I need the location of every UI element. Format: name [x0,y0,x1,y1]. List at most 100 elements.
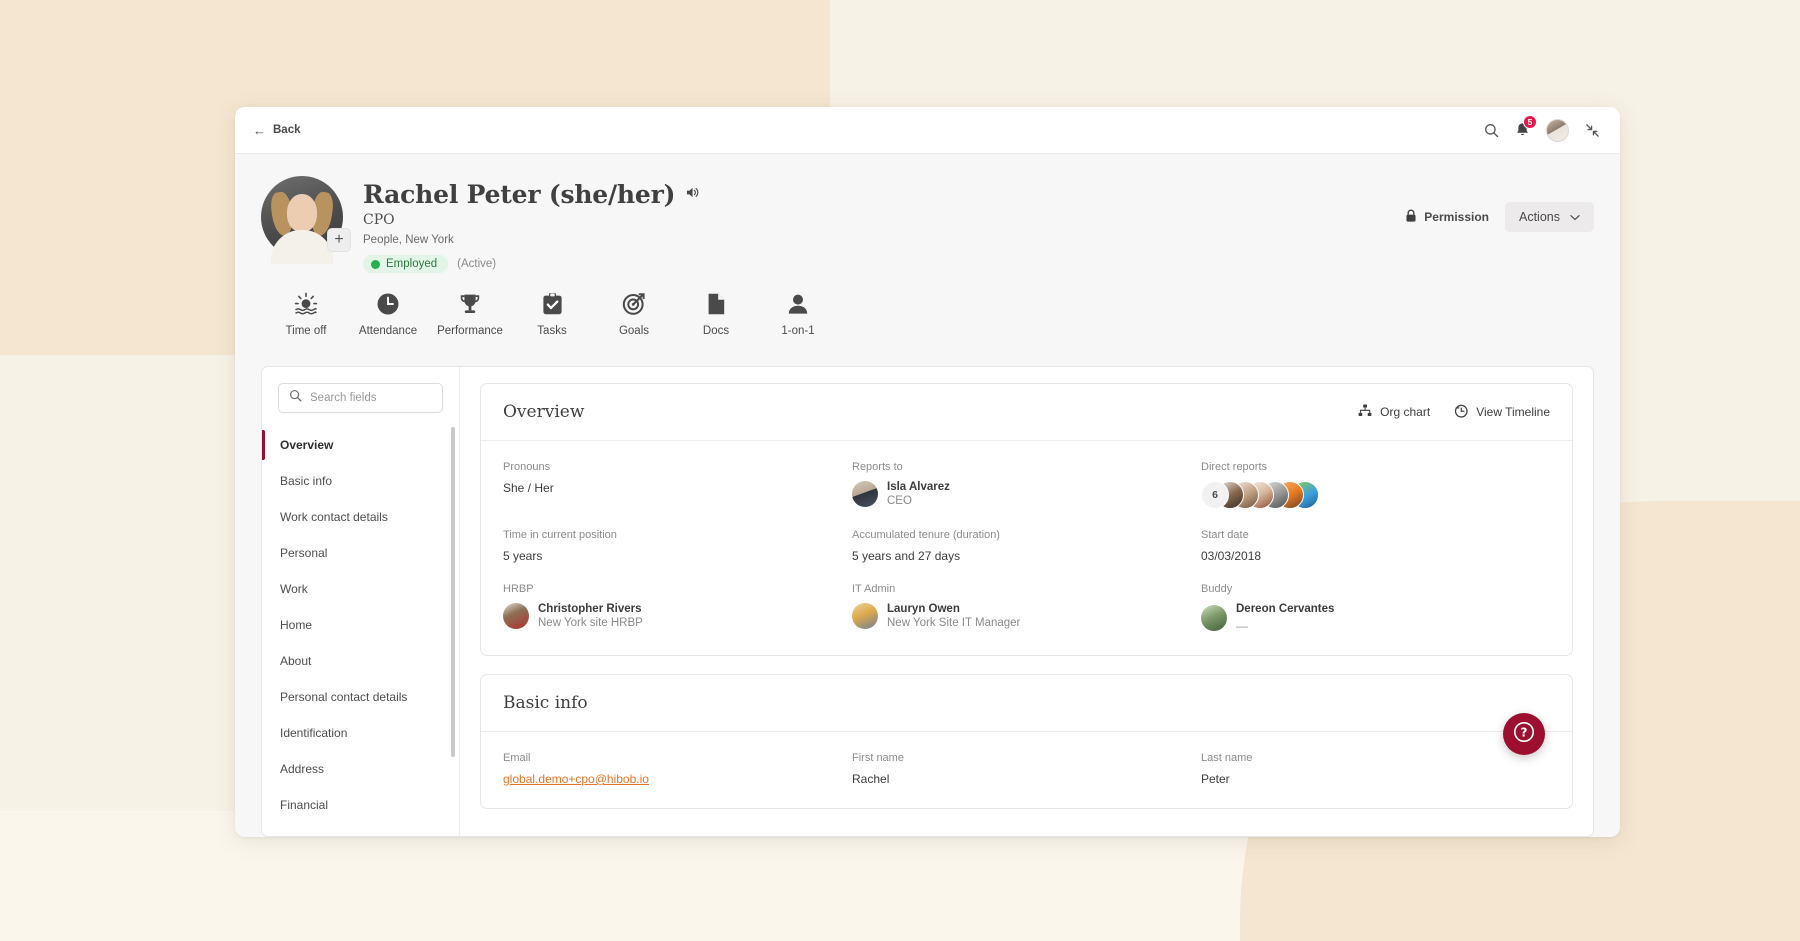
view-timeline-button[interactable]: View Timeline [1454,404,1550,421]
basic-info-card: Basic info Email global.demo+cpo@hibob.i… [480,674,1573,809]
tab-label: Goals [619,325,649,337]
clipboard-check-icon [541,292,564,316]
history-clock-icon [1454,404,1468,421]
speaker-icon[interactable] [686,186,700,204]
org-chart-icon [1358,404,1372,420]
basic-info-card-body: Email global.demo+cpo@hibob.io First nam… [481,732,1572,808]
profile-identity: Rachel Peter (she/her) CPO People, New Y… [363,176,700,273]
avatar [852,481,878,507]
tab-tasks[interactable]: Tasks [511,292,593,337]
search-icon[interactable] [1484,123,1499,138]
search-input[interactable] [310,392,432,404]
tab-label: 1-on-1 [781,325,814,337]
tab-label: Performance [437,325,503,337]
field-label: HRBP [503,583,852,595]
basic-info-title: Basic info [503,693,588,713]
avatar [1201,605,1227,631]
field-value: She / Her [503,481,852,495]
module-tabs: Time off Attendance Performance Tasks [261,292,1594,337]
tab-goals[interactable]: Goals [593,292,675,337]
basic-info-card-header: Basic info [481,675,1572,732]
sidebar-item-work-contact-details[interactable]: Work contact details [262,499,459,535]
field-label: Start date [1201,529,1550,541]
direct-reports-count: 6 [1201,481,1229,509]
back-arrow-icon: ← [253,124,266,137]
field-value: Rachel [852,772,1201,786]
help-button[interactable]: ? [1503,713,1545,755]
person-chip[interactable]: Christopher Rivers New York site HRBP [503,603,852,629]
actions-button[interactable]: Actions [1505,202,1594,232]
person-name: Christopher Rivers [538,603,643,615]
collapse-arrows-icon[interactable] [1585,123,1600,138]
sidebar-item-work[interactable]: Work [262,571,459,607]
sidebar-item-label: Identification [280,726,347,740]
sidebar-item-home[interactable]: Home [262,607,459,643]
org-chart-label: Org chart [1380,405,1430,419]
sidebar-item-label: About [280,654,311,668]
person-role: New York site HRBP [538,617,643,629]
sidebar-item-financial[interactable]: Financial [262,787,459,823]
field-start-date: Start date 03/03/2018 [1201,529,1550,563]
sidebar-item-identification[interactable]: Identification [262,715,459,751]
person-role: New York Site IT Manager [887,617,1020,629]
profile-panel: Overview Basic info Work contact details… [261,366,1594,837]
person-chip[interactable]: Lauryn Owen New York Site IT Manager [852,603,1201,629]
view-timeline-label: View Timeline [1476,405,1550,419]
tab-1-on-1[interactable]: 1-on-1 [757,292,839,337]
field-value: 5 years [503,549,852,563]
sidebar-item-basic-info[interactable]: Basic info [262,463,459,499]
profile-photo-wrapper: + [261,176,343,258]
page-title: Rachel Peter (she/her) [363,180,675,209]
tab-label: Tasks [537,325,566,337]
tab-time-off[interactable]: Time off [265,292,347,337]
direct-reports-avatars[interactable]: 6 [1201,481,1550,509]
field-label: Reports to [852,461,1201,473]
field-hrbp: HRBP Christopher Rivers New York site HR… [503,583,852,633]
field-label: Direct reports [1201,461,1550,473]
search-fields-box[interactable] [278,383,443,413]
sidebar-item-label: Personal contact details [280,690,407,704]
sidebar-item-personal-contact-details[interactable]: Personal contact details [262,679,459,715]
field-label: IT Admin [852,583,1201,595]
sidebar-item-label: Overview [280,438,333,452]
actions-label: Actions [1519,210,1560,224]
field-buddy: Buddy Dereon Cervantes — [1201,583,1550,633]
sidebar-item-personal[interactable]: Personal [262,535,459,571]
notifications-bell-icon[interactable]: 5 [1515,122,1530,138]
avatar[interactable] [1546,119,1569,142]
person-name: Dereon Cervantes [1236,603,1334,615]
sidebar-item-label: Personal [280,546,327,560]
tab-attendance[interactable]: Attendance [347,292,429,337]
field-value: 5 years and 27 days [852,549,1201,563]
sidebar-scrollbar[interactable] [451,427,455,757]
field-direct-reports: Direct reports 6 [1201,461,1550,509]
tab-label: Attendance [359,325,417,337]
sidebar-item-about[interactable]: About [262,643,459,679]
notification-badge: 5 [1523,115,1537,129]
sidebar-item-label: Work contact details [280,510,388,524]
search-icon [289,389,302,407]
status-label: Employed [386,258,437,270]
org-chart-button[interactable]: Org chart [1358,404,1430,421]
permission-button[interactable]: Permission [1405,209,1489,226]
chevron-down-icon [1570,210,1580,224]
field-label: Pronouns [503,461,852,473]
profile-header-actions: Permission Actions [1405,202,1594,232]
sidebar-item-overview[interactable]: Overview [262,427,459,463]
sidebar-item-address[interactable]: Address [262,751,459,787]
person-chip[interactable]: Dereon Cervantes — [1201,603,1550,633]
person-role: — [1236,619,1334,633]
overview-title: Overview [503,402,584,422]
field-reports-to: Reports to Isla Alvarez CEO [852,461,1201,509]
avatar [503,603,529,629]
sidebar-item-label: Home [280,618,312,632]
avatar [852,603,878,629]
back-button[interactable]: ← Back [253,124,301,137]
person-role: CEO [887,495,950,507]
plus-icon[interactable]: + [327,228,351,252]
lock-icon [1405,209,1417,226]
person-chip[interactable]: Isla Alvarez CEO [852,481,1201,507]
email-link[interactable]: global.demo+cpo@hibob.io [503,772,852,786]
tab-docs[interactable]: Docs [675,292,757,337]
tab-performance[interactable]: Performance [429,292,511,337]
